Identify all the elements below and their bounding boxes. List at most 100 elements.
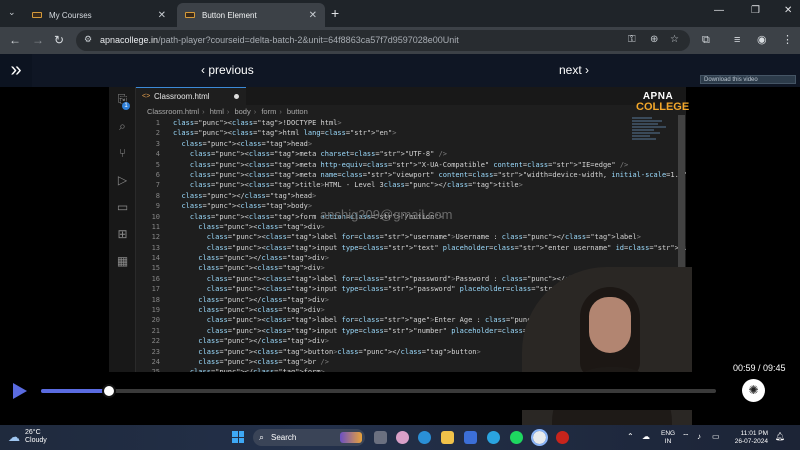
browser-tab-strip: ⌄ My Courses ✕ Button Element ✕ + — ❐ ✕ [0,0,800,27]
play-icon[interactable] [13,383,27,399]
previous-link[interactable]: ‹ previous [201,63,254,77]
weather-temp: 26°C [25,429,41,436]
weather-widget[interactable]: ☁ 26°C Cloudy [8,429,47,445]
notification-bell-icon[interactable]: 🔔︎ [775,432,785,441]
address-bar[interactable]: ⚙ apnacollege.in/path-player?courseid=de… [76,30,690,51]
spotify-icon[interactable] [510,431,523,444]
profile-avatar-icon[interactable]: ◉ [757,33,767,47]
onedrive-icon[interactable]: ☁ [642,432,650,441]
copilot-icon[interactable] [396,431,409,444]
code-line: 1 class="punc"><class="tag">!DOCTYPE html… [136,118,676,128]
language-indicator[interactable]: ENG IN [661,430,675,446]
line-source: class="punc"><class="tag">title>HTML - L… [189,181,523,190]
remote-explorer-icon: ▭ [116,200,129,214]
more-menu-icon[interactable]: ⋮ [782,33,793,47]
expand-menu-button[interactable]: » [0,54,32,87]
key-icon[interactable]: ⚿ [628,34,636,45]
battery-icon[interactable]: ▭ [712,432,720,441]
code-line: 13 class="punc"><class="tag">input type=… [136,243,686,253]
store-icon[interactable] [464,431,477,444]
line-number: 5 [155,160,160,169]
close-tab-icon[interactable]: ✕ [309,10,317,21]
search-icon: ⌕ [119,119,126,133]
line-source: class="punc"><class="tag">html lang=clas… [173,129,397,138]
code-line: 12 class="punc"><class="tag">label for=c… [136,232,676,242]
tab-search-icon[interactable]: ⌄ [8,7,16,18]
next-link[interactable]: next › [559,63,589,77]
editor-tab-title: Classroom.html [154,92,210,101]
tab-title: My Courses [49,10,92,20]
line-number: 1 [155,119,160,127]
volume-icon[interactable]: ♪ [697,432,701,441]
code-line: 3 class="punc"><class="tag">head> [136,139,676,149]
seek-progress [41,389,109,393]
site-info-icon[interactable]: ⚙ [84,34,96,46]
restore-icon[interactable]: ❐ [751,5,760,16]
windows-taskbar: ☁ 26°C Cloudy ⌕ Search ⌃ ☁ ENG IN ⌔ ♪ ▭ 1… [0,425,800,450]
line-source: class="punc"></class="tag">div> [198,254,329,263]
forward-icon[interactable]: → [32,33,44,47]
download-video-link[interactable]: Download this video [700,75,796,84]
edge-icon[interactable] [418,431,431,444]
line-source: class="punc"><class="tag">input type=cla… [206,243,686,252]
unsaved-dot-icon [234,94,239,99]
seek-handle[interactable] [101,384,116,398]
tab-title: Button Element [202,10,257,20]
notification-badge: 1 [122,102,130,110]
url-text[interactable]: apnacollege.in/path-player?courseid=delt… [100,35,459,45]
line-source: class="punc"><class="tag">div> [198,306,325,315]
line-source: class="punc"></class="tag">div> [198,337,329,346]
line-source: class="punc"><class="tag">body> [181,202,313,211]
new-tab-icon[interactable]: + [331,6,339,20]
code-line: 8 class="punc"></class="tag">head> [136,191,676,201]
line-number: 11 [151,222,160,231]
start-button[interactable] [232,431,244,443]
tab-button-element[interactable]: Button Element ✕ [177,3,325,27]
wifi-icon[interactable]: ⌔ [682,432,690,442]
minimap [632,117,672,157]
show-hidden-icons-icon[interactable]: ⌃ [627,432,634,441]
task-view-icon[interactable] [374,431,387,444]
run-debug-icon: ▷ [117,173,128,187]
line-source: class="punc"><class="tag">label for=clas… [206,233,641,242]
line-source: class="punc"><class="tag">button>class="… [198,347,481,356]
line-source: class="punc"><class="tag">meta charset=c… [189,150,447,159]
line-number: 3 [155,139,160,148]
code-line: 14 class="punc"></class="tag">div> [136,253,676,263]
line-number: 21 [151,326,160,335]
extensions-icon[interactable]: ⧉ [702,33,710,47]
weather-desc: Cloudy [25,437,47,444]
favicon [185,12,195,18]
line-source: class="punc"></class="tag">div> [198,295,329,304]
minimize-icon[interactable]: — [714,5,724,16]
app-icon[interactable] [556,431,569,444]
line-number: 7 [155,181,160,190]
reload-icon[interactable]: ↻ [54,33,64,47]
telegram-icon[interactable] [487,431,500,444]
editor-tab: <> Classroom.html [136,87,246,105]
file-explorer-icon[interactable] [441,431,454,444]
line-source: class="punc"><class="tag">br /> [198,357,329,366]
line-source: class="punc"><class="tag">meta http-equi… [189,160,629,169]
line-number: 17 [151,285,160,294]
close-tab-icon[interactable]: ✕ [158,10,166,21]
line-number: 20 [151,316,160,325]
source-control-icon: ⑂ [118,146,127,160]
apna-college-logo: APNA COLLEGE [636,91,690,113]
floating-assistant-icon[interactable]: ✺ [742,379,765,402]
search-icon: ⌕ [259,432,265,442]
bookmark-star-icon[interactable]: ☆ [670,34,679,45]
seek-bar[interactable] [41,384,716,398]
zoom-icon[interactable]: ⊕ [650,34,658,45]
back-icon[interactable]: ← [9,33,21,47]
taskbar-search[interactable]: ⌕ Search [253,429,365,446]
video-frame[interactable]: ⎘ 1 ⌕ ⑂ ▷ ▭ ⊞ ▦ <> Classroom.html Classr… [0,87,800,427]
line-number: 24 [151,357,160,366]
email-watermark: anshig209@gmail.com [320,207,453,222]
clock[interactable]: 11:01 PM 26-07-2024 [732,430,768,446]
tab-my-courses[interactable]: My Courses ✕ [24,3,174,27]
chrome-icon[interactable] [531,429,548,446]
reading-list-icon[interactable]: ≡ [734,33,740,47]
close-window-icon[interactable]: ✕ [784,5,792,16]
extensions-icon: ⊞ [117,227,128,241]
